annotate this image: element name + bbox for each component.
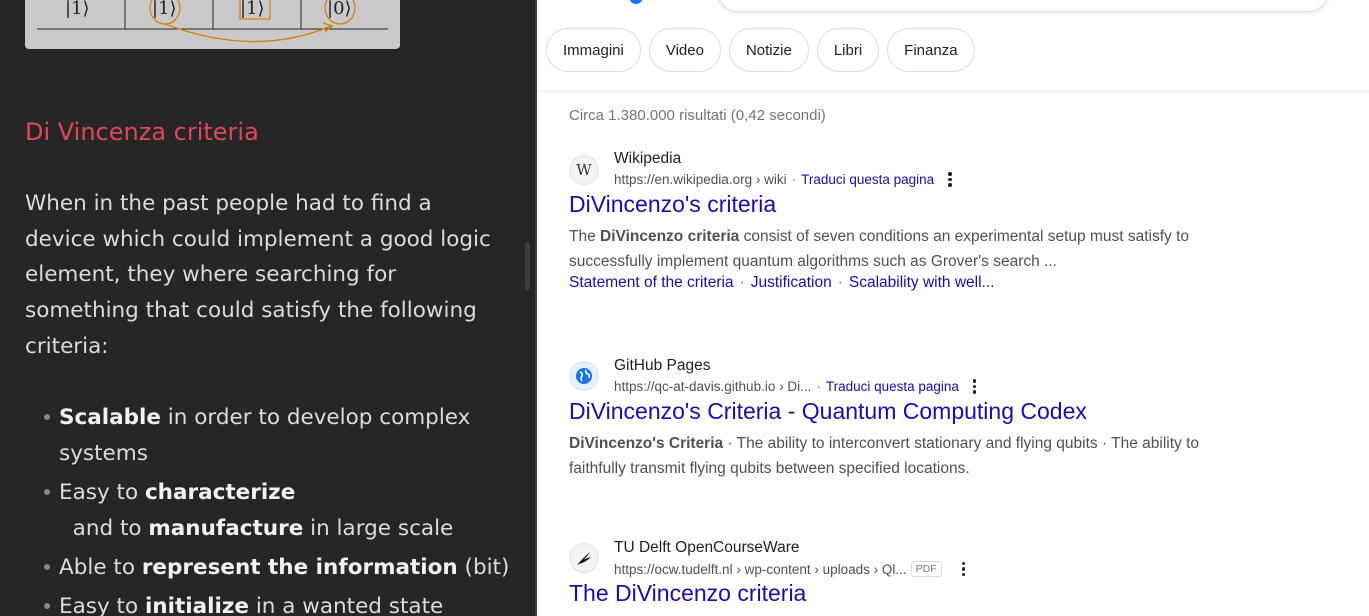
translate-link[interactable]: Traduci questa pagina: [801, 172, 934, 187]
separator: ·: [816, 379, 821, 394]
chip-news[interactable]: Notizie: [728, 28, 809, 72]
criteria-list: Scalable in order to develop complex sys…: [25, 400, 515, 616]
search-tools-icon[interactable]: [629, 0, 643, 4]
tudelft-flame-icon: [569, 543, 599, 573]
separator: ·: [837, 274, 843, 291]
more-options-icon[interactable]: [972, 379, 977, 394]
qubit-diagram: |1⟩ |1⟩ |1⟩ |0⟩: [37, 0, 388, 43]
search-input[interactable]: [717, 0, 1329, 12]
criteria-item: Easy to characterize and to manufacture …: [25, 475, 515, 547]
result-stats: Circa 1.380.000 risultati (0,42 secondi): [569, 107, 826, 124]
criteria-bold: initialize: [144, 594, 249, 616]
chip-finance[interactable]: Finanza: [887, 28, 975, 72]
criteria-bold: manufacture: [148, 516, 304, 541]
search-results-pane: Immagini Video Notizie Libri Finanza Cir…: [537, 0, 1369, 616]
sitelinks: Statement of the criteria · Justification ·…: [569, 274, 994, 292]
criteria-text: Able to: [59, 555, 142, 580]
criteria-bold: represent the information: [141, 555, 458, 580]
criteria-item: Able to represent the information (bit): [25, 550, 515, 586]
result-title[interactable]: DiVincenzo's Criteria - Quantum Computin…: [569, 398, 1087, 425]
separator: ·: [739, 274, 745, 291]
ket-4: |0⟩: [327, 0, 352, 19]
criteria-item: Easy to initialize in a wanted state: [25, 589, 515, 616]
result-url[interactable]: https://ocw.tudelft.nl › wp-content › up…: [614, 562, 907, 577]
result-url-line: https://ocw.tudelft.nl › wp-content › up…: [614, 561, 966, 577]
search-result: W Wikipedia https://en.wikipedia.org › w…: [569, 150, 1249, 310]
criteria-text: in large scale: [303, 516, 454, 541]
criteria-bold: characterize: [144, 480, 296, 505]
more-options-icon[interactable]: [961, 561, 966, 577]
criteria-bold: Scalable: [59, 405, 161, 430]
globe-icon: [569, 361, 599, 391]
scrollbar-thumb[interactable]: [525, 242, 530, 290]
separator: ·: [791, 172, 797, 187]
result-url[interactable]: https://en.wikipedia.org › wiki: [614, 172, 787, 187]
wikipedia-w-icon: W: [569, 155, 599, 185]
snippet-bold: DiVincenzo's Criteria: [569, 435, 724, 452]
filter-chips: Immagini Video Notizie Libri Finanza: [546, 28, 975, 74]
search-result: GitHub Pages https://qc-at-davis.github.…: [569, 357, 1249, 497]
pdf-badge: PDF: [910, 561, 942, 577]
result-site-name[interactable]: GitHub Pages: [614, 357, 711, 375]
result-snippet: DiVincenzo's Criteria · The ability to i…: [569, 431, 1229, 481]
ket-2: |1⟩: [152, 0, 177, 19]
section-heading: Di Vincenza criteria: [25, 118, 259, 146]
result-site-name[interactable]: TU Delft OpenCourseWare: [614, 539, 800, 557]
sitelink[interactable]: Scalability with well...: [849, 274, 995, 291]
chip-images[interactable]: Immagini: [546, 28, 641, 72]
intro-paragraph: When in the past people had to find a de…: [25, 191, 491, 359]
chip-books[interactable]: Libri: [816, 28, 880, 72]
criteria-text: (bit): [457, 555, 510, 580]
criteria-text: and to: [59, 516, 149, 541]
ket-3: |1⟩: [240, 0, 265, 19]
sitelink[interactable]: Justification: [751, 274, 832, 291]
translate-link[interactable]: Traduci questa pagina: [826, 379, 959, 394]
result-title[interactable]: The DiVincenzo criteria: [569, 580, 806, 607]
search-result: TU Delft OpenCourseWare https://ocw.tude…: [569, 539, 1249, 616]
result-site-name[interactable]: Wikipedia: [614, 150, 681, 168]
chip-video[interactable]: Video: [648, 28, 721, 72]
qubit-figure: |1⟩ |1⟩ |1⟩ |0⟩: [25, 0, 400, 49]
result-url[interactable]: https://qc-at-davis.github.io › Di...: [614, 379, 811, 394]
more-options-icon[interactable]: [948, 172, 952, 187]
criteria-item: Scalable in order to develop complex sys…: [25, 400, 515, 472]
ket-1: |1⟩: [65, 0, 90, 19]
snippet-text: The: [569, 228, 601, 245]
criteria-text: Easy to: [59, 480, 145, 505]
result-title[interactable]: DiVincenzo's criteria: [569, 191, 776, 218]
snippet-bold: DiVincenzo criteria: [600, 228, 740, 245]
sitelink[interactable]: Statement of the criteria: [569, 274, 734, 291]
result-url-line: https://en.wikipedia.org › wiki · Traduc…: [614, 172, 952, 187]
result-snippet: The DiVincenzo criteria consist of seven…: [569, 224, 1229, 274]
criteria-text: Easy to: [59, 594, 145, 616]
notes-pane: |1⟩ |1⟩ |1⟩ |0⟩ Di Vincenza criteria Whe…: [0, 0, 535, 616]
divider: [537, 91, 1369, 92]
result-url-line: https://qc-at-davis.github.io › Di... · …: [614, 379, 977, 394]
criteria-text: in a wanted state: [248, 594, 444, 616]
